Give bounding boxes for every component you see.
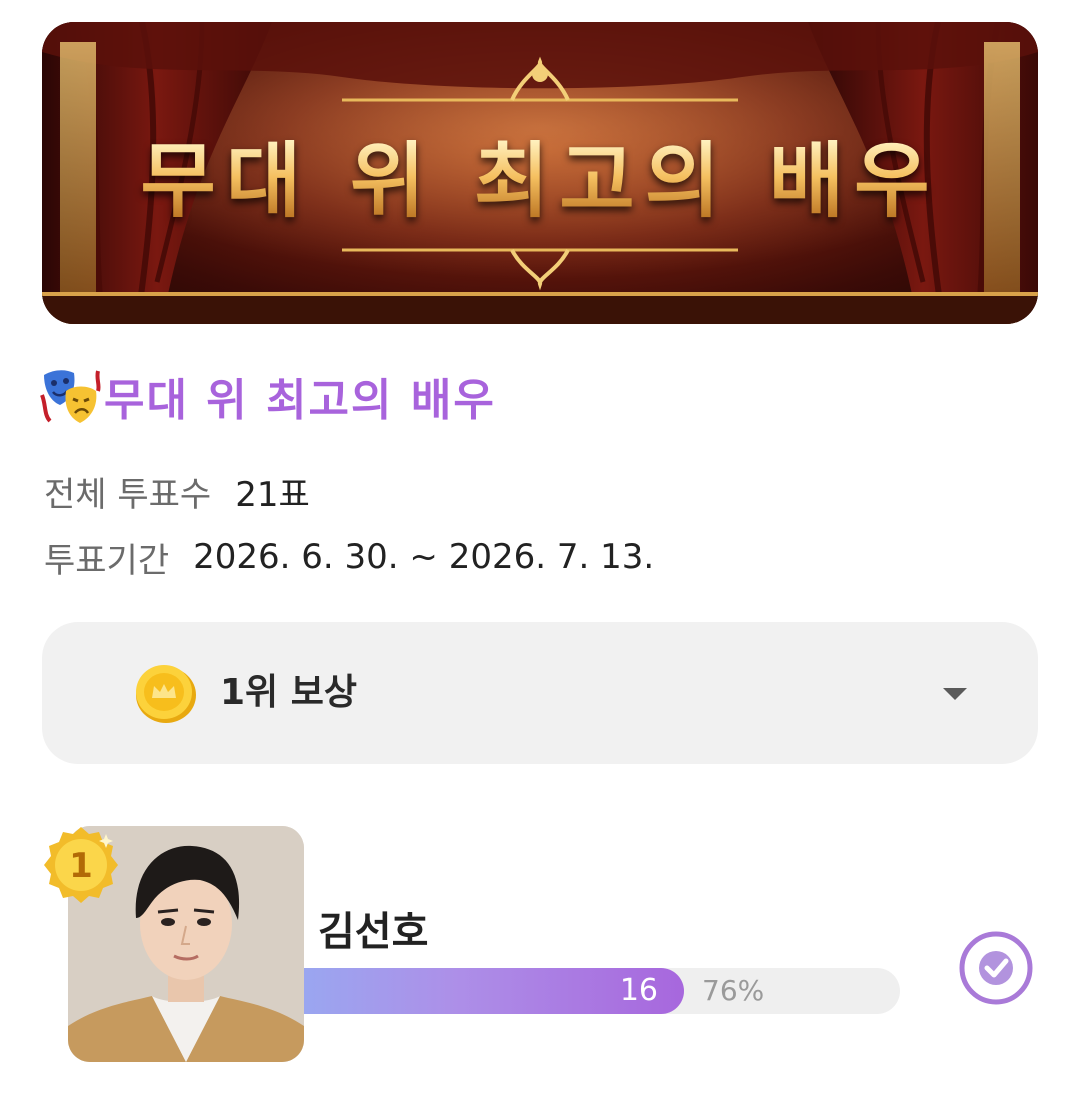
event-banner: 무대 위 최고의 배우 xyxy=(42,22,1038,324)
vote-period-value: 2026. 6. 30. ~ 2026. 7. 13. xyxy=(193,537,655,577)
vote-heading: 무대 위 최고의 배우 xyxy=(40,364,496,428)
gold-coin-icon xyxy=(136,665,196,723)
reward-label: 1위 보상 xyxy=(220,672,357,713)
rank-badge-icon: 1 xyxy=(44,827,118,903)
vote-page: 무대 위 최고의 배우 무대 위 최고의 배우 전체 투표수 21표 투표기간 … xyxy=(0,0,1080,1106)
banner-title: 무대 위 최고의 배우 xyxy=(42,140,1038,222)
total-votes-row: 전체 투표수 21표 xyxy=(44,466,310,516)
check-circle-icon[interactable] xyxy=(956,928,1036,1008)
first-place-reward-dropdown[interactable]: 1위 보상 xyxy=(42,622,1038,764)
vote-title: 무대 위 최고의 배우 xyxy=(104,375,496,426)
vote-progress-bar: 16 76% xyxy=(304,968,900,1014)
vote-percent: 76% xyxy=(702,974,765,1007)
performing-arts-masks-icon xyxy=(40,370,101,423)
vote-period-label: 투표기간 xyxy=(44,540,170,581)
total-votes-label: 전체 투표수 xyxy=(44,474,212,515)
rank-number: 1 xyxy=(69,846,93,886)
vote-count: 16 xyxy=(619,973,658,1008)
candidate-name: 김선호 xyxy=(318,909,429,955)
chevron-down-icon[interactable] xyxy=(940,684,970,704)
vote-period-row: 투표기간 2026. 6. 30. ~ 2026. 7. 13. xyxy=(44,532,654,582)
total-votes-value: 21표 xyxy=(235,474,310,515)
